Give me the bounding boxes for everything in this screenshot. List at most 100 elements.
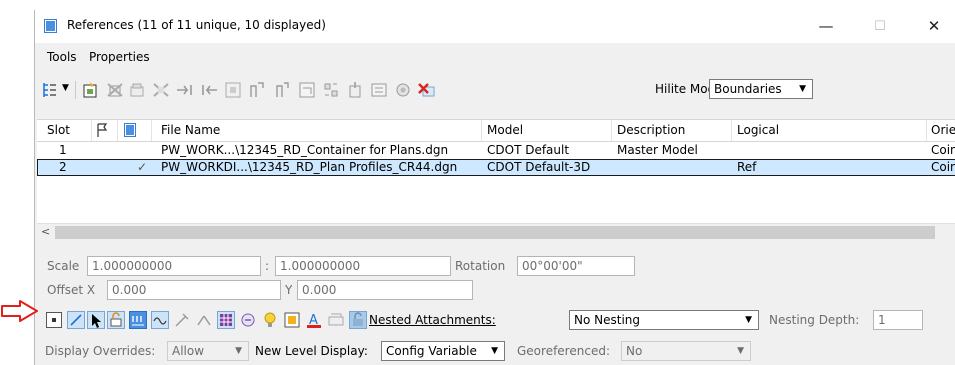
- cell-logical: Ref: [737, 160, 757, 174]
- nested-attachments-lock-icon[interactable]: [349, 311, 367, 329]
- new-level-display-dropdown[interactable]: Config Variable ▼: [381, 341, 505, 361]
- display-overrides-value: Allow: [172, 344, 205, 358]
- clip-front-icon[interactable]: [345, 80, 365, 100]
- chevron-down-icon: ▼: [235, 346, 242, 356]
- text-color-icon[interactable]: A: [305, 311, 323, 329]
- mirror-h-icon[interactable]: [247, 80, 267, 100]
- clip-toggle-icon[interactable]: [195, 311, 213, 329]
- cell-orientation: Coin: [931, 143, 955, 157]
- light-bulb-icon[interactable]: [261, 311, 279, 329]
- level-display-icon[interactable]: [217, 311, 235, 329]
- chevron-down-icon: ▼: [737, 346, 744, 356]
- lock-toggle-icon[interactable]: [107, 311, 125, 329]
- offset-x-label: Offset X: [47, 283, 96, 297]
- references-app-icon: [44, 19, 57, 33]
- rotation-label: Rotation: [455, 259, 506, 273]
- ignore-attachments-icon[interactable]: [173, 311, 191, 329]
- scrollbar-thumb[interactable]: [55, 226, 935, 239]
- cell-model: CDOT Default: [487, 143, 570, 157]
- settings-icon[interactable]: [393, 80, 413, 100]
- nesting-depth-field[interactable]: 1: [873, 310, 923, 330]
- column-divider: [926, 120, 927, 141]
- column-divider: [731, 120, 732, 141]
- scale-line-styles-icon[interactable]: [151, 311, 169, 329]
- offset-y-field[interactable]: 0.000: [297, 280, 473, 300]
- scale-x-field[interactable]: 1.000000000: [87, 256, 261, 276]
- clip-delete-icon[interactable]: [417, 80, 437, 100]
- view-dropdown-chevron-icon[interactable]: ▼: [62, 83, 69, 93]
- column-divider: [481, 120, 482, 141]
- chevron-down-icon: ▼: [745, 315, 752, 325]
- cell-check: ✓: [137, 160, 148, 174]
- georeferenced-value: No: [626, 344, 643, 358]
- scroll-left-icon[interactable]: <: [41, 225, 50, 238]
- file-type-icon[interactable]: [124, 123, 136, 137]
- column-header-model[interactable]: Model: [487, 123, 523, 137]
- table-header: Slot File Name Model Description Logical…: [37, 120, 955, 142]
- detach-icon[interactable]: [105, 80, 125, 100]
- red-arrow-annotation-icon: [1, 300, 38, 322]
- list-view-icon[interactable]: [41, 80, 61, 100]
- column-header-description[interactable]: Description: [617, 123, 685, 137]
- chevron-down-icon: ▼: [799, 84, 806, 94]
- column-header-orientation[interactable]: Orien: [931, 123, 955, 137]
- cell-model: CDOT Default-3D: [487, 160, 591, 174]
- offset-x-field[interactable]: 0.000: [107, 280, 281, 300]
- clipped-top-text-strip: [0, 0, 955, 10]
- menu-tools[interactable]: Tools: [47, 50, 77, 64]
- move-icon[interactable]: [175, 80, 195, 100]
- nesting-depth-label: Nesting Depth:: [769, 313, 860, 327]
- toolbar-separator: [75, 81, 76, 99]
- true-scale-icon[interactable]: [129, 311, 147, 329]
- display-overrides-label: Display Overrides:: [45, 344, 156, 358]
- scale-label: Scale: [47, 259, 80, 273]
- references-window: References (11 of 11 unique, 10 displaye…: [34, 10, 955, 365]
- menu-properties[interactable]: Properties: [89, 50, 150, 64]
- mirror-v-icon[interactable]: [271, 80, 291, 100]
- cell-file-name: PW_WORK...\12345_RD_Container for Plans.…: [161, 143, 449, 157]
- nested-attachments-dropdown[interactable]: No Nesting ▼: [569, 310, 759, 330]
- column-divider: [117, 120, 118, 141]
- display-toggle-icon[interactable]: [45, 311, 63, 329]
- attach-reference-icon[interactable]: [81, 80, 101, 100]
- clip-mask-icon[interactable]: [321, 80, 341, 100]
- clip-back-icon[interactable]: [369, 80, 389, 100]
- minimize-button[interactable]: —: [803, 10, 849, 43]
- display-overrides-dropdown[interactable]: Allow ▼: [167, 341, 249, 361]
- hilite-mode-value: Boundaries: [714, 82, 782, 96]
- scale-y-field[interactable]: 1.000000000: [275, 256, 451, 276]
- treat-as-element-icon[interactable]: [239, 311, 257, 329]
- window-title: References (11 of 11 unique, 10 displaye…: [67, 18, 326, 32]
- snap-toggle-icon[interactable]: [67, 311, 85, 329]
- table-row-selected[interactable]: 2 ✓ PW_WORKDI...\12345_RD_Plan Profiles_…: [37, 159, 955, 176]
- locate-toggle-icon[interactable]: [87, 311, 105, 329]
- cell-slot: 2: [59, 160, 67, 174]
- rotate-icon[interactable]: [223, 80, 243, 100]
- chevron-down-icon: ▼: [491, 346, 498, 356]
- column-header-file-name[interactable]: File Name: [161, 123, 220, 137]
- references-table: Slot File Name Model Description Logical…: [37, 119, 955, 224]
- exchange-icon[interactable]: [151, 80, 171, 100]
- reload-icon[interactable]: [127, 80, 147, 100]
- column-header-logical[interactable]: Logical: [737, 123, 779, 137]
- horizontal-scrollbar[interactable]: <: [37, 223, 955, 241]
- hilite-mode-dropdown[interactable]: Boundaries ▼: [709, 79, 813, 99]
- georeferenced-label: Georeferenced:: [517, 344, 610, 358]
- raster-toggle-icon[interactable]: [283, 311, 301, 329]
- column-divider: [151, 120, 152, 141]
- cell-file-name: PW_WORKDI...\12345_RD_Plan Profiles_CR44…: [161, 160, 458, 174]
- references-toolbar: ▼ Hilite Mode: Boundaries ▼: [35, 77, 955, 103]
- clip-boundary-icon[interactable]: [297, 80, 317, 100]
- rotation-field[interactable]: 00°00'00": [517, 256, 635, 276]
- copy-icon[interactable]: [199, 80, 219, 100]
- column-header-slot[interactable]: Slot: [47, 123, 70, 137]
- nested-attachments-value: No Nesting: [574, 313, 641, 327]
- flag-icon[interactable]: [96, 123, 108, 137]
- cell-orientation: Coin: [931, 160, 955, 174]
- nested-attachments-label: Nested Attachments:: [369, 313, 496, 327]
- georeferenced-dropdown[interactable]: No ▼: [621, 341, 751, 361]
- table-row[interactable]: 1 PW_WORK...\12345_RD_Container for Plan…: [37, 142, 955, 159]
- maximize-button[interactable]: ☐: [857, 10, 903, 43]
- print-toggle-icon[interactable]: [327, 311, 345, 329]
- close-button[interactable]: ✕: [911, 10, 955, 43]
